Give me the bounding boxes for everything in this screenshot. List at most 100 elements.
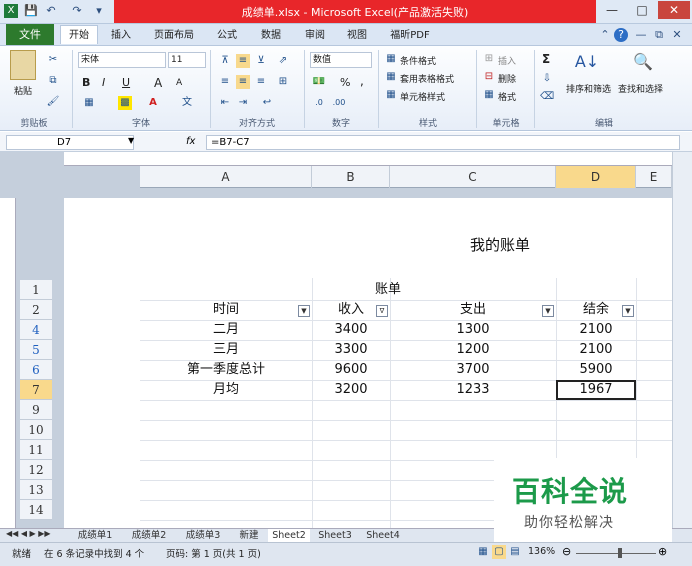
tab-file[interactable]: 文件	[6, 24, 54, 45]
sheet-tab[interactable]: 成绩单3	[178, 529, 228, 542]
clear-icon[interactable]: ⌫	[540, 90, 554, 104]
filter-dropdown-icon[interactable]: ▼	[542, 305, 554, 317]
table-cell[interactable]: 3400	[312, 320, 390, 340]
align-bottom-icon[interactable]: ⊻	[254, 54, 268, 68]
insert-cells-icon[interactable]: ⊞	[482, 52, 496, 66]
tab-insert[interactable]: 插入	[102, 26, 140, 45]
orientation-icon[interactable]: ⇗	[276, 54, 290, 68]
name-box-dropdown-icon[interactable]: ▼	[128, 136, 134, 145]
normal-view-icon[interactable]: ▦	[476, 545, 490, 559]
wrap-text-icon[interactable]: ↩	[260, 96, 274, 110]
insert-function-button[interactable]: fx	[186, 136, 195, 147]
delete-cells-button[interactable]: 删除	[498, 72, 516, 85]
merge-center-icon[interactable]: ⊞	[276, 75, 290, 89]
header-cell-expense[interactable]: 支出	[390, 300, 556, 320]
conditional-format-icon[interactable]: ▦	[384, 52, 398, 66]
zoom-in-icon[interactable]: ⊕	[658, 545, 667, 558]
conditional-format-button[interactable]: 条件格式	[400, 54, 436, 67]
row-header[interactable]: 4	[20, 320, 52, 340]
bold-button[interactable]: B	[82, 76, 90, 89]
table-cell[interactable]: 1200	[390, 340, 556, 360]
italic-button[interactable]: I	[102, 76, 105, 89]
sheet-tab[interactable]: 新建	[232, 529, 266, 542]
zoom-slider-track[interactable]	[576, 553, 656, 554]
row-header[interactable]: 11	[20, 440, 52, 460]
find-select-icon[interactable]: 🔍	[630, 52, 656, 78]
increase-indent-icon[interactable]: ⇥	[236, 96, 250, 110]
column-header-d[interactable]: D	[556, 166, 636, 188]
table-cell[interactable]: 月均	[140, 380, 312, 400]
row-header[interactable]: 12	[20, 460, 52, 480]
cell-styles-button[interactable]: 单元格样式	[400, 90, 445, 103]
row-header[interactable]: 6	[20, 360, 52, 380]
active-cell[interactable]: 1967	[556, 380, 636, 400]
page-break-view-icon[interactable]: ▤	[508, 545, 522, 559]
excel-app-icon[interactable]: X	[4, 4, 18, 18]
header-cell-time[interactable]: 时间	[140, 300, 312, 320]
row-header[interactable]: 14	[20, 500, 52, 520]
shrink-font-button[interactable]: A	[176, 78, 182, 88]
vertical-scrollbar[interactable]	[672, 152, 692, 528]
table-cell[interactable]: 3200	[312, 380, 390, 400]
format-cells-icon[interactable]: ▦	[482, 88, 496, 102]
decrease-indent-icon[interactable]: ⇤	[218, 96, 232, 110]
row-header[interactable]: 13	[20, 480, 52, 500]
table-cell[interactable]: 第一季度总计	[140, 360, 312, 380]
autosum-button[interactable]: Σ	[542, 52, 550, 66]
tab-view[interactable]: 视图	[338, 26, 376, 45]
table-cell[interactable]: 3300	[312, 340, 390, 360]
align-right-icon[interactable]: ≡	[254, 75, 268, 89]
redo-icon[interactable]: ↷	[70, 4, 84, 18]
tab-foxit-pdf[interactable]: 福昕PDF	[382, 26, 438, 45]
name-box[interactable]: D7	[6, 135, 134, 150]
align-center-icon[interactable]: ≡	[236, 75, 250, 89]
sheet-tab[interactable]: 成绩单2	[124, 529, 174, 542]
sheet-tab[interactable]: Sheet4	[360, 529, 406, 542]
save-icon[interactable]: 💾	[24, 4, 38, 18]
row-header[interactable]: 5	[20, 340, 52, 360]
column-header-c[interactable]: C	[390, 166, 556, 188]
chevron-up-icon[interactable]: ⌃	[598, 28, 612, 42]
grow-font-button[interactable]: A	[154, 76, 162, 90]
table-cell[interactable]: 1233	[390, 380, 556, 400]
borders-icon[interactable]: ▦	[82, 96, 96, 110]
align-left-icon[interactable]: ≡	[218, 75, 232, 89]
table-title[interactable]: 账单	[140, 280, 636, 300]
tab-review[interactable]: 审阅	[296, 26, 334, 45]
table-cell[interactable]: 9600	[312, 360, 390, 380]
column-header-e[interactable]: E	[636, 166, 672, 188]
row-header-selected[interactable]: 7	[20, 380, 52, 400]
align-middle-icon[interactable]: ≡	[236, 54, 250, 68]
increase-decimal-icon[interactable]: .0	[312, 96, 326, 110]
font-color-icon[interactable]: A	[146, 96, 160, 110]
filter-dropdown-icon[interactable]: ▼	[622, 305, 634, 317]
format-table-icon[interactable]: ▦	[384, 70, 398, 84]
font-name-dropdown[interactable]: 宋体	[78, 52, 166, 68]
help-icon[interactable]: ?	[614, 28, 628, 42]
zoom-level[interactable]: 136%	[528, 546, 555, 557]
sheet-tab-active[interactable]: Sheet2	[268, 529, 310, 542]
format-painter-icon[interactable]: 🖌	[46, 95, 60, 109]
fill-color-icon[interactable]: ▩	[118, 96, 132, 110]
font-size-dropdown[interactable]: 11	[168, 52, 206, 68]
sheet-nav-arrows-icon[interactable]: ◀◀ ◀ ▶ ▶▶	[6, 529, 51, 538]
sort-filter-icon[interactable]: A↓	[572, 52, 602, 78]
row-header[interactable]: 9	[20, 400, 52, 420]
fill-icon[interactable]: ⇩	[540, 72, 554, 86]
zoom-slider-handle[interactable]	[618, 548, 622, 558]
format-cells-button[interactable]: 格式	[498, 90, 516, 103]
table-cell[interactable]: 2100	[556, 320, 636, 340]
minimize-button[interactable]: —	[598, 1, 626, 19]
close-button[interactable]: ✕	[658, 1, 690, 19]
underline-button[interactable]: U	[122, 76, 130, 89]
phonetic-icon[interactable]: 文	[180, 96, 194, 110]
column-header-a[interactable]: A	[140, 166, 312, 188]
paste-button-label[interactable]: 粘贴	[14, 84, 32, 97]
decrease-decimal-icon[interactable]: .00	[332, 96, 346, 110]
ribbon-minimize-icon[interactable]: —	[634, 28, 648, 42]
tab-data[interactable]: 数据	[252, 26, 290, 45]
table-cell[interactable]: 5900	[556, 360, 636, 380]
sort-filter-button[interactable]: 排序和筛选	[566, 82, 611, 95]
row-header[interactable]: 10	[20, 420, 52, 440]
ribbon-close-icon[interactable]: ✕	[670, 28, 684, 42]
